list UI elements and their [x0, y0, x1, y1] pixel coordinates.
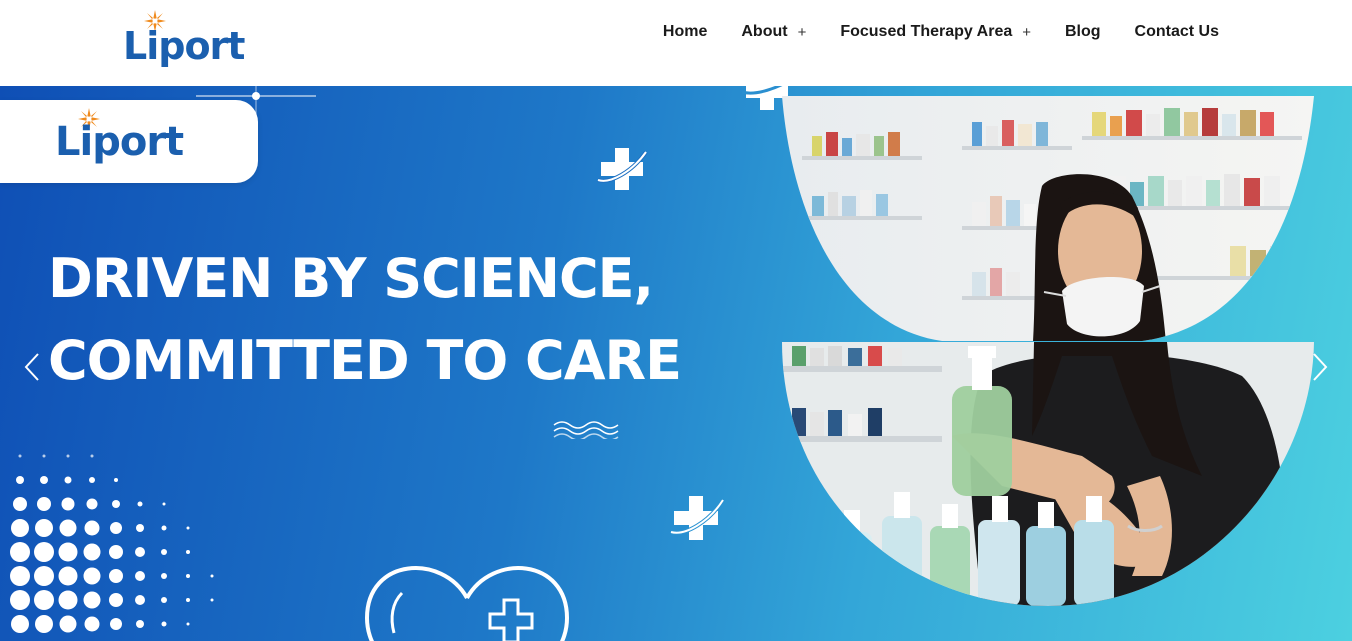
dot-pattern-decoration — [10, 454, 214, 633]
headline-line-2: COMMITTED TO CARE — [48, 329, 682, 392]
hero-headline: DRIVEN BY SCIENCE, COMMITTED TO CARE — [48, 238, 748, 402]
sparkle-decoration — [196, 86, 316, 116]
hero-logo-text: Liport — [55, 119, 184, 165]
nav-blog[interactable]: Blog — [1065, 23, 1101, 41]
chevron-left-icon[interactable] — [22, 352, 42, 382]
logo[interactable]: Liport — [118, 10, 268, 70]
wave-icon — [553, 421, 619, 439]
plus-icon: + — [1022, 23, 1031, 41]
nav-about-label: About — [741, 23, 788, 40]
nav-contact-us[interactable]: Contact Us — [1135, 23, 1219, 41]
hero-slider: Liport DRIVEN BY SCIENCE, COMMITTED TO C… — [0, 86, 1352, 641]
logo-text: Liport — [123, 24, 245, 68]
nav-home-label: Home — [662, 23, 708, 40]
heart-plus-icon — [364, 566, 570, 641]
nav-home[interactable]: Home — [663, 23, 707, 41]
nav-blog-label: Blog — [1065, 23, 1101, 40]
main-nav: Home About + Focused Therapy Area + Blog… — [663, 20, 1219, 44]
hero-image — [782, 96, 1314, 606]
nav-focused-therapy-area[interactable]: Focused Therapy Area + — [840, 23, 1031, 41]
chevron-right-icon[interactable] — [1310, 352, 1330, 382]
nav-about[interactable]: About + — [741, 23, 806, 41]
site-header: Liport Home About + Focused Therapy Area… — [0, 0, 1352, 86]
nav-contact-us-label: Contact Us — [1134, 23, 1219, 40]
nav-focused-therapy-area-label: Focused Therapy Area — [840, 23, 1013, 40]
medical-plus-icon — [670, 496, 725, 540]
plus-icon: + — [797, 23, 807, 41]
headline-line-1: DRIVEN BY SCIENCE, — [48, 247, 654, 310]
medical-plus-icon — [597, 148, 648, 190]
